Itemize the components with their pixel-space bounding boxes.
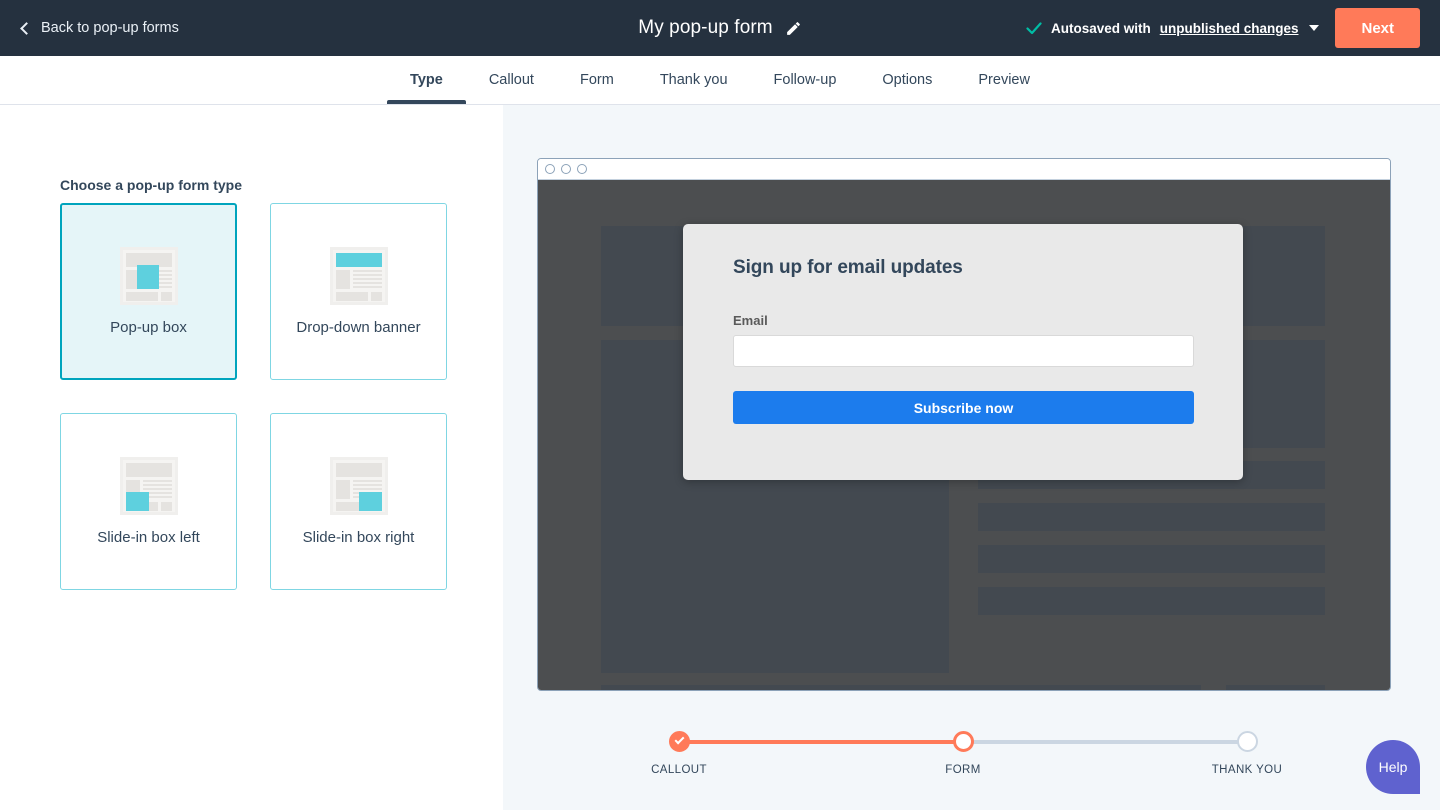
tab-bar: Type Callout Form Thank you Follow-up Op… [0,56,1440,105]
tab-form[interactable]: Form [557,56,637,104]
form-type-card-popup-box[interactable]: Pop-up box [60,203,237,380]
autosave-prefix-label: Autosaved with [1051,21,1151,36]
skeleton-block [1226,685,1325,691]
app-root: Back to pop-up forms My pop-up form Auto… [0,0,1440,810]
tab-callout[interactable]: Callout [466,56,557,104]
back-to-popup-forms-link[interactable]: Back to pop-up forms [22,20,179,36]
stepper-step-thank-you[interactable]: THANK YOU [1187,725,1307,776]
progress-stepper: CALLOUT FORM THANK YOU [503,725,1440,805]
stepper-label: FORM [903,764,1023,776]
chevron-down-icon[interactable] [1309,25,1319,31]
tab-follow-up[interactable]: Follow-up [751,56,860,104]
autosave-status: Autosaved with unpublished changes [1026,21,1320,36]
tab-type[interactable]: Type [387,56,466,104]
skeleton-block [601,685,1201,691]
slide-in-left-thumb-icon [120,457,178,515]
tab-preview[interactable]: Preview [955,56,1053,104]
popup-email-input[interactable] [733,335,1194,367]
form-type-card-label: Slide-in box left [97,529,200,546]
browser-preview-frame: Sign up for email updates Email Subscrib… [537,158,1391,691]
browser-dot-icon [561,164,571,174]
popup-heading: Sign up for email updates [733,257,1193,279]
form-type-card-slide-in-left[interactable]: Slide-in box left [60,413,237,590]
dropdown-banner-thumb-icon [330,247,388,305]
stepper-label: CALLOUT [619,764,739,776]
popup-box-thumb-icon [120,247,178,305]
tab-thank-you[interactable]: Thank you [637,56,751,104]
form-type-card-label: Pop-up box [110,319,187,336]
form-type-panel: Choose a pop-up form type Pop-up box [0,105,503,810]
top-bar: Back to pop-up forms My pop-up form Auto… [0,0,1440,56]
check-icon [1026,22,1042,35]
stepper-node-done[interactable] [669,731,690,752]
browser-dot-icon [577,164,587,174]
section-label: Choose a pop-up form type [60,177,242,193]
page-title: My pop-up form [638,17,772,39]
back-link-label: Back to pop-up forms [41,20,179,36]
browser-chrome-bar [538,159,1390,180]
form-type-card-slide-in-right[interactable]: Slide-in box right [270,413,447,590]
form-type-card-dropdown-banner[interactable]: Drop-down banner [270,203,447,380]
skeleton-block [978,545,1325,573]
unpublished-changes-link[interactable]: unpublished changes [1160,21,1299,36]
pencil-icon[interactable] [785,20,802,37]
preview-panel: Sign up for email updates Email Subscrib… [503,105,1440,810]
popup-subscribe-button[interactable]: Subscribe now [733,391,1194,424]
stepper-label: THANK YOU [1187,764,1307,776]
skeleton-block [978,503,1325,531]
help-button[interactable]: Help [1366,740,1420,794]
form-type-card-grid: Pop-up box Drop-down banner [60,203,447,590]
stepper-step-callout[interactable]: CALLOUT [619,725,739,776]
chevron-left-icon [20,22,33,35]
skeleton-block [978,587,1325,615]
browser-dot-icon [545,164,555,174]
form-type-card-label: Drop-down banner [296,319,420,336]
stepper-node-todo[interactable] [1237,731,1258,752]
slide-in-right-thumb-icon [330,457,388,515]
check-icon [674,735,684,745]
tab-options[interactable]: Options [859,56,955,104]
popup-email-label: Email [733,313,1193,328]
stepper-step-form[interactable]: FORM [903,725,1023,776]
mock-website-page: Sign up for email updates Email Subscrib… [538,180,1390,691]
top-bar-right: Autosaved with unpublished changes Next [1026,0,1420,56]
popup-form-preview: Sign up for email updates Email Subscrib… [683,224,1243,480]
stepper-node-current[interactable] [953,731,974,752]
next-button[interactable]: Next [1335,8,1420,48]
form-type-card-label: Slide-in box right [303,529,415,546]
